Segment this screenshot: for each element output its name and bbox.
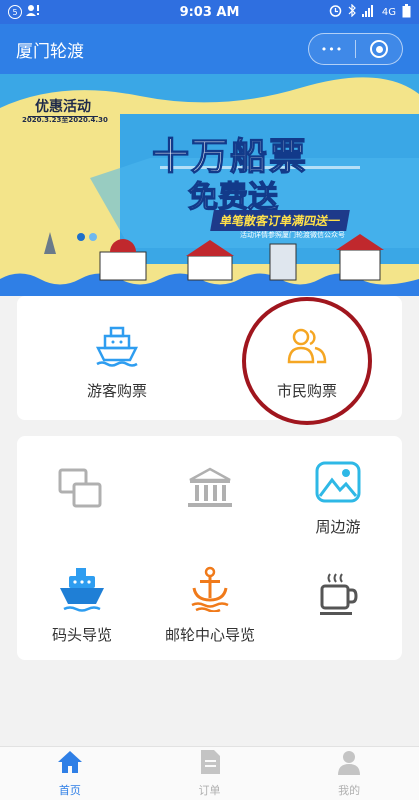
status-right-icons: 4G <box>291 3 411 21</box>
app-bar: 厦门轮渡 ••• <box>0 24 419 74</box>
notification-badge-icon: 5 <box>8 5 22 19</box>
bottom-tab-bar: 首页 订单 我的 <box>0 746 419 800</box>
cruise-center-guide-button[interactable]: 邮轮中心导览 <box>163 566 257 645</box>
miniprogram-capsule: ••• <box>308 33 403 65</box>
anchor-icon <box>186 566 234 616</box>
status-time: 9:03 AM <box>179 4 240 20</box>
nearby-tour-label: 周边游 <box>315 518 361 536</box>
tourist-ticket-button[interactable]: 游客购票 <box>67 324 167 401</box>
bluetooth-icon <box>348 3 356 20</box>
more-menu-button[interactable]: ••• <box>309 34 355 64</box>
tourist-ticket-label: 游客购票 <box>86 382 147 400</box>
user-alert-icon <box>26 4 40 20</box>
alarm-icon <box>329 4 342 20</box>
service-tile-6[interactable] <box>303 570 373 630</box>
promo-label: 优惠活动 <box>28 96 98 117</box>
status-left-icons: 5 <box>8 4 128 20</box>
app-title: 厦门轮渡 <box>16 41 84 62</box>
close-circle-icon <box>370 40 388 58</box>
tab-orders-label: 订单 <box>198 784 221 797</box>
tab-home[interactable]: 首页 <box>0 747 140 800</box>
user-icon <box>336 749 362 779</box>
services-card: 周边游 码头导览 邮轮中心导览 <box>17 436 402 660</box>
document-icon <box>198 749 222 779</box>
pier-guide-label: 码头导览 <box>51 626 112 644</box>
city-skyline-illustration <box>0 232 419 296</box>
close-miniprogram-button[interactable] <box>356 34 402 64</box>
coffee-icon <box>314 570 362 622</box>
nearby-tour-button[interactable]: 周边游 <box>303 460 373 537</box>
ship-icon <box>95 324 139 372</box>
cruise-ship-icon <box>58 566 106 616</box>
cruise-center-guide-label: 邮轮中心导览 <box>164 626 255 644</box>
tab-home-label: 首页 <box>58 784 81 797</box>
more-dots-icon: ••• <box>320 42 344 56</box>
promo-date: 2020.3.23至2020.4.30 <box>22 116 108 124</box>
network-type: 4G <box>381 6 396 18</box>
status-bar: 5 9:03 AM 4G <box>0 0 419 24</box>
service-tile-2[interactable] <box>175 466 245 522</box>
signal-icon <box>361 4 376 20</box>
promo-banner[interactable]: 优惠活动 2020.3.23至2020.4.30 十万船票 免费送 单笔散客订单… <box>0 74 419 296</box>
home-icon <box>56 749 84 779</box>
bank-icon <box>186 466 234 514</box>
battery-icon <box>402 3 411 21</box>
tab-profile-label: 我的 <box>338 784 361 797</box>
pier-guide-button[interactable]: 码头导览 <box>45 566 119 645</box>
highlight-circle-annotation <box>242 297 372 425</box>
mountain-icon <box>314 460 362 508</box>
tab-orders[interactable]: 订单 <box>140 747 280 800</box>
tab-profile[interactable]: 我的 <box>279 747 419 800</box>
windows-icon <box>56 466 104 514</box>
service-tile-1[interactable] <box>45 466 115 522</box>
